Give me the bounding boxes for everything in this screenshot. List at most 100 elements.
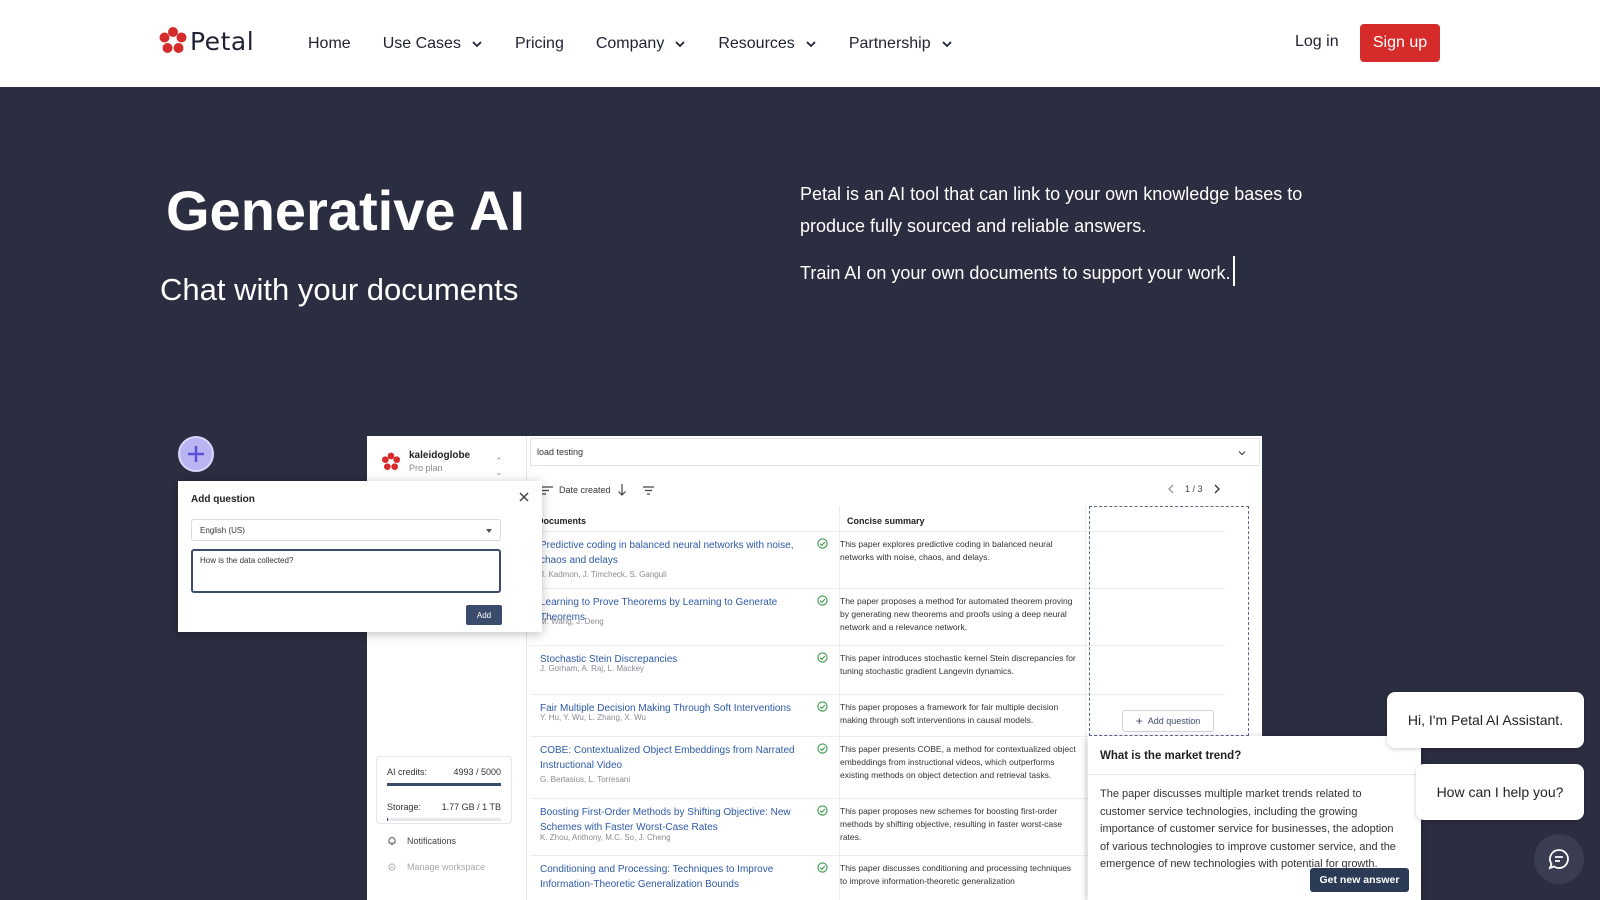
usage-box: AI credits: 4993 / 5000 Storage: 1.77 GB /… (376, 756, 512, 824)
document-title-link[interactable]: COBE: Contextualized Object Embeddings f… (540, 743, 800, 773)
credits-bar-fill (387, 783, 501, 786)
workspace-name: kaleidoglobe (409, 450, 471, 461)
document-authors: G. Bertasius, L. Torresani (540, 775, 631, 784)
add-question-modal: Add question English (US) How is the dat… (178, 481, 542, 632)
document-title-link[interactable]: Boosting First-Order Methods by Shifting… (540, 805, 800, 835)
nav-company-label: Company (595, 34, 665, 52)
chevron-down-icon[interactable] (1237, 448, 1247, 458)
plus-circle-icon[interactable] (178, 436, 214, 472)
petal-flower-icon (159, 27, 187, 53)
divider (1088, 774, 1421, 775)
filter-icon[interactable] (642, 485, 654, 495)
document-summary: This paper proposes new schemes for boos… (840, 806, 1063, 842)
sort-toolbar: Date created (542, 484, 660, 496)
nav-company[interactable]: Company (596, 35, 686, 53)
chevron-right-icon[interactable] (1213, 484, 1221, 494)
chevron-left-icon[interactable] (1167, 484, 1175, 494)
credits-label: AI credits: (387, 767, 428, 777)
hero-subtitle: Chat with your documents (160, 272, 519, 307)
storage-value: 1.77 GB / 1 TB (441, 802, 501, 812)
column-header-summary: Concise summary (847, 516, 925, 526)
storage-row: Storage: 1.77 GB / 1 TB (387, 802, 501, 812)
check-circle-icon (817, 538, 828, 549)
text-caret (1232, 256, 1235, 286)
brand-name: Petal (190, 26, 255, 56)
nav-use-cases[interactable]: Use Cases (383, 35, 483, 53)
document-summary: This paper presents COBE, a method for c… (840, 744, 1076, 780)
document-summary: This paper proposes a framework for fair… (840, 702, 1059, 725)
answer-text: The paper discusses multiple market tren… (1100, 788, 1396, 870)
manage-workspace-link[interactable]: Manage workspace (387, 862, 485, 872)
hero-title: Generative AI (166, 179, 525, 242)
document-authors: J. Gorham, A. Raj, L. Mackey (540, 664, 645, 673)
document-title-link[interactable]: Predictive coding in balanced neural net… (540, 538, 800, 568)
nav-home[interactable]: Home (308, 35, 351, 53)
check-circle-icon (817, 805, 828, 816)
modal-title: Add question (191, 494, 255, 505)
check-circle-icon (817, 862, 828, 873)
get-new-answer-button[interactable]: Get new answer (1310, 868, 1409, 892)
petal-logo[interactable]: Petal (158, 26, 254, 56)
notifications-label: Notifications (407, 836, 457, 846)
login-link[interactable]: Log in (1295, 33, 1339, 51)
hero-description: Petal is an AI tool that can link to you… (800, 184, 1303, 236)
chat-prompt: How can I help you? (1436, 784, 1564, 800)
pagination: 1 / 3 (1167, 484, 1221, 494)
document-authors: M. Wang, J. Deng (540, 617, 604, 626)
document-authors: Y. Hu, Y. Wu, L. Zhang, X. Wu (540, 713, 646, 722)
question-textarea[interactable]: How is the data collected? (191, 549, 501, 593)
hero-description-2: Train AI on your own documents to suppor… (800, 256, 1235, 286)
answer-card: What is the market trend? The paper disc… (1088, 736, 1421, 900)
page-indicator: 1 / 3 (1185, 484, 1203, 494)
close-icon[interactable] (518, 491, 530, 503)
nav-resources[interactable]: Resources (718, 35, 816, 53)
document-summary: This paper explores predictive coding in… (840, 539, 1053, 562)
top-nav: Petal Home Use Cases Pricing Company Res… (0, 0, 1600, 87)
chat-greeting: Hi, I'm Petal AI Assistant. (1407, 712, 1564, 728)
project-search-value: load testing (537, 447, 584, 457)
document-summary: This paper introduces stochastic kernel … (840, 653, 1076, 676)
chevron-down-icon (942, 40, 952, 47)
chat-greeting-bubble[interactable]: Hi, I'm Petal AI Assistant. (1387, 692, 1584, 748)
chat-launcher-button[interactable] (1534, 834, 1584, 884)
nav-home-label: Home (308, 34, 351, 52)
add-question-button[interactable]: + Add question (1122, 710, 1214, 732)
arrow-down-icon[interactable] (617, 484, 627, 496)
chevron-down-icon (472, 40, 482, 47)
nav-pricing-label: Pricing (514, 34, 564, 52)
language-select[interactable]: English (US) (191, 519, 501, 541)
credits-value: 4993 / 5000 (453, 767, 501, 777)
workspace-switcher[interactable]: kaleidoglobe Pro plan (381, 450, 470, 473)
nav-use-cases-label: Use Cases (382, 34, 461, 52)
nav-partnership-label: Partnership (848, 34, 931, 52)
new-question-column (1089, 506, 1249, 736)
check-circle-icon (817, 652, 828, 663)
add-button[interactable]: Add (466, 605, 502, 625)
signup-button[interactable]: Sign up (1360, 24, 1440, 62)
document-summary: This paper discusses conditioning and pr… (840, 863, 1072, 886)
up-down-chevron-icon[interactable]: ⌃ ⌄ (495, 456, 503, 478)
sort-lines-icon[interactable] (542, 485, 553, 495)
gear-icon (388, 863, 396, 871)
project-search-input[interactable]: load testing (530, 438, 1260, 466)
add-question-label: Add question (1147, 716, 1201, 726)
storage-label: Storage: (387, 802, 422, 812)
document-authors: J. Kadmon, J. Timcheck, S. Ganguli (540, 570, 667, 579)
nav-pricing[interactable]: Pricing (515, 35, 564, 53)
hero-description-2-text: Train AI on your own documents to suppor… (800, 262, 1231, 283)
check-circle-icon (817, 743, 828, 754)
sort-label[interactable]: Date created (559, 485, 611, 495)
credits-bar (387, 783, 501, 786)
notifications-link[interactable]: Notifications (387, 836, 456, 846)
plus-icon: + (1135, 714, 1143, 728)
nav-resources-label: Resources (718, 34, 795, 52)
credits-row: AI credits: 4993 / 5000 (387, 767, 501, 777)
nav-links: Home Use Cases Pricing Company Resources… (308, 0, 985, 87)
nav-partnership[interactable]: Partnership (849, 35, 953, 53)
workspace-plan: Pro plan (409, 463, 443, 473)
chevron-down-icon (806, 40, 816, 47)
storage-bar (387, 818, 501, 821)
chat-prompt-bubble[interactable]: How can I help you? (1416, 764, 1584, 820)
document-title-link[interactable]: Conditioning and Processing: Techniques … (540, 862, 800, 892)
document-summary: The paper proposes a method for automate… (840, 596, 1073, 632)
